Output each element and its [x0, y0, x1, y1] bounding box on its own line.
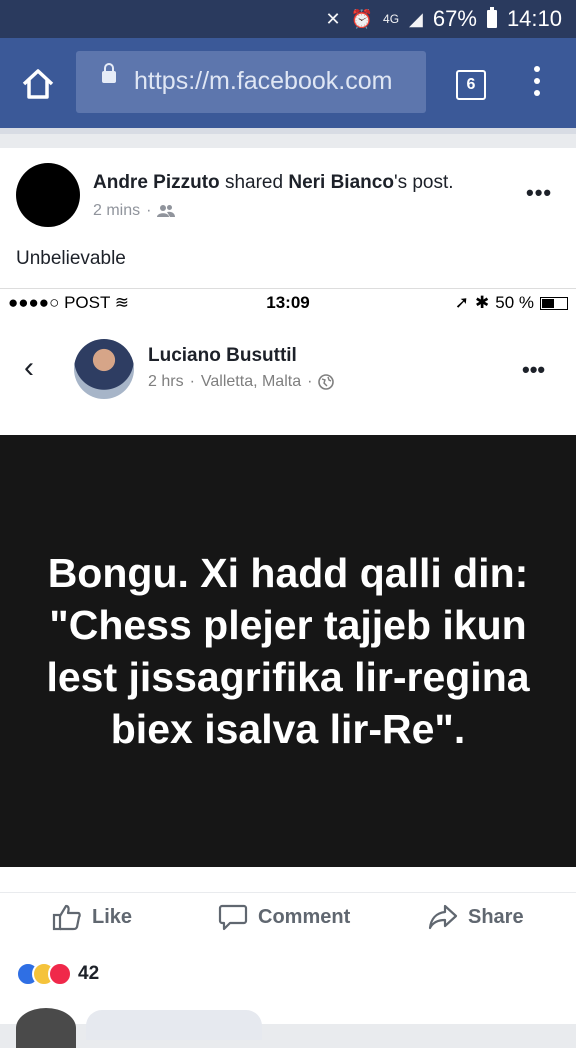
share-label: Share: [468, 905, 524, 928]
url-text: https://m.facebook.com: [134, 67, 393, 95]
battery-percent: 67%: [432, 6, 477, 31]
post-actions: Like Comment Share: [0, 892, 576, 945]
home-button[interactable]: [20, 66, 56, 102]
address-bar[interactable]: https://m.facebook.com: [76, 51, 426, 113]
status-icons: ✕ ⏰ 4G ◢ 67% 14:10: [326, 6, 562, 32]
network-type: 4G: [383, 12, 400, 26]
lock-icon: [102, 63, 116, 83]
shared-suffix: 's post.: [393, 172, 454, 193]
location-arrow-icon: ➚: [454, 293, 469, 312]
author-link[interactable]: Andre Pizzuto: [93, 172, 220, 193]
overflow-menu-icon[interactable]: [532, 66, 542, 100]
shared-screenshot[interactable]: ●●●●○ POST ≋ 13:09 ➚ ✱ 50 % ‹ Luciano Bu…: [0, 288, 576, 889]
embedded-battery-icon: [540, 296, 568, 310]
embedded-author: Luciano Busuttil: [148, 345, 297, 366]
post-headline: Andre Pizzuto shared Neri Bianco's post.: [93, 172, 454, 194]
like-button[interactable]: Like: [52, 903, 132, 931]
clock: 14:10: [506, 6, 562, 31]
post-card: Andre Pizzuto shared Neri Bianco's post.…: [0, 148, 576, 1048]
bluetooth-icon: ✱: [475, 293, 490, 312]
love-reaction-icon: [48, 962, 72, 986]
tabs-button[interactable]: 6: [456, 70, 486, 100]
avatar[interactable]: [16, 163, 80, 227]
embedded-status-icons: ➚ ✱ 50 %: [455, 293, 568, 313]
battery-icon: [486, 7, 497, 28]
shared-from-link[interactable]: Neri Bianco: [288, 172, 394, 193]
embedded-options-icon: •••: [522, 357, 546, 382]
quote-text: Bongu. Xi hadd qalli din: "Chess plejer …: [46, 549, 530, 753]
comment-label: Comment: [258, 905, 351, 928]
embedded-status-bar: ●●●●○ POST ≋ 13:09 ➚ ✱ 50 %: [0, 289, 576, 319]
alarm-icon: ⏰: [350, 8, 374, 29]
reaction-summary[interactable]: 42: [16, 962, 99, 986]
home-icon: [22, 69, 54, 99]
like-label: Like: [92, 905, 133, 928]
comment-button[interactable]: Comment: [218, 903, 350, 931]
signal-icon: ◢: [409, 8, 423, 29]
shared-verb: shared: [224, 172, 284, 193]
share-arrow-icon: [428, 904, 458, 930]
embedded-meta: 2 hrs · Valletta, Malta ·: [148, 373, 335, 391]
friends-audience-icon: [157, 205, 176, 217]
comment-bubble: [86, 1010, 262, 1040]
back-chevron-icon: ‹: [24, 351, 34, 384]
share-button[interactable]: Share: [428, 903, 524, 931]
post-text: Unbelievable: [16, 248, 126, 269]
comment-avatar: [16, 1008, 76, 1048]
embedded-avatar: [74, 339, 134, 399]
post-meta: 2 mins ·: [93, 202, 176, 220]
reaction-count: 42: [78, 963, 100, 984]
globe-icon: [318, 374, 335, 390]
quote-image: Bongu. Xi hadd qalli din: "Chess plejer …: [0, 435, 576, 867]
status-bar: ✕ ⏰ 4G ◢ 67% 14:10: [0, 0, 576, 38]
thumbs-up-icon: [52, 904, 81, 931]
browser-toolbar: https://m.facebook.com 6: [0, 38, 576, 134]
post-time[interactable]: 2 mins: [93, 202, 140, 220]
mute-icon: ✕: [325, 8, 341, 29]
comment-icon: [218, 904, 248, 931]
embedded-battery: 50 %: [495, 293, 534, 312]
meta-separator: ·: [146, 202, 152, 219]
post-options-icon[interactable]: •••: [526, 180, 552, 206]
